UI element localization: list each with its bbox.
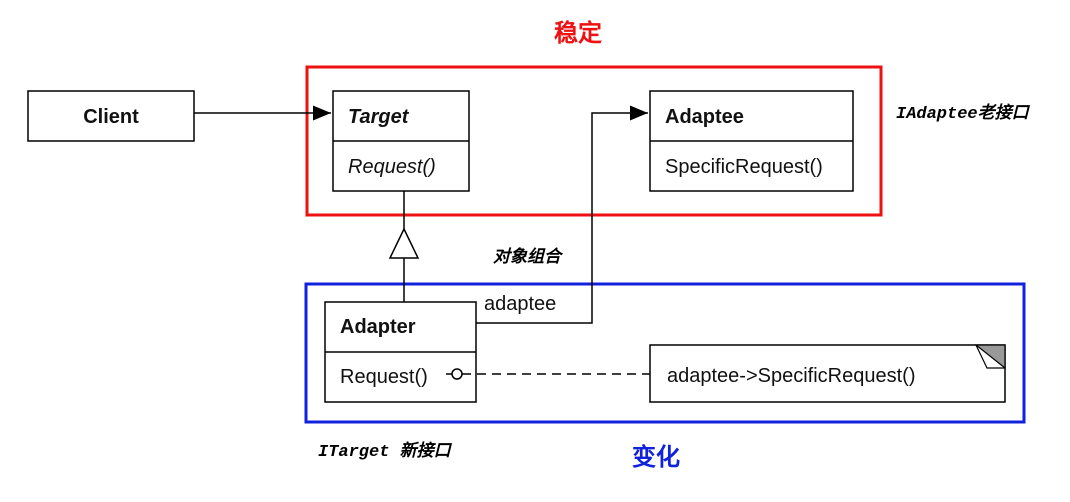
adaptee-operation: SpecificRequest() — [665, 156, 823, 178]
adaptee-class: Adaptee SpecificRequest() — [649, 90, 854, 192]
adapter-class: Adapter Request() — [324, 301, 477, 403]
target-class-name: Target — [348, 106, 410, 128]
target-operation: Request() — [348, 156, 436, 178]
target-interface-note: ITarget 新接口 — [318, 441, 453, 462]
code-note-text: adaptee->SpecificRequest() — [667, 365, 915, 387]
target-class: Target Request() — [332, 90, 470, 192]
client-class: Client — [27, 90, 195, 142]
adapter-operation: Request() — [340, 366, 428, 388]
adapter-class-name: Adapter — [340, 316, 416, 338]
note-anchor-circle — [451, 368, 463, 380]
composition-note: 对象组合 — [493, 247, 564, 267]
variable-label: 变化 — [632, 443, 680, 471]
adapter-adaptee-association — [476, 105, 648, 324]
adapter-pattern-diagram: 稳定 变化 IAdaptee老接口 ITarget 新接口 对象组合 Clien… — [27, 19, 1031, 471]
adaptee-interface-note: IAdaptee老接口 — [896, 103, 1031, 124]
stable-label: 稳定 — [554, 19, 602, 47]
client-class-name: Client — [83, 106, 139, 128]
association-role-label: adaptee — [484, 293, 556, 315]
code-note: adaptee->SpecificRequest() — [649, 344, 1006, 403]
adaptee-class-name: Adaptee — [665, 106, 744, 128]
